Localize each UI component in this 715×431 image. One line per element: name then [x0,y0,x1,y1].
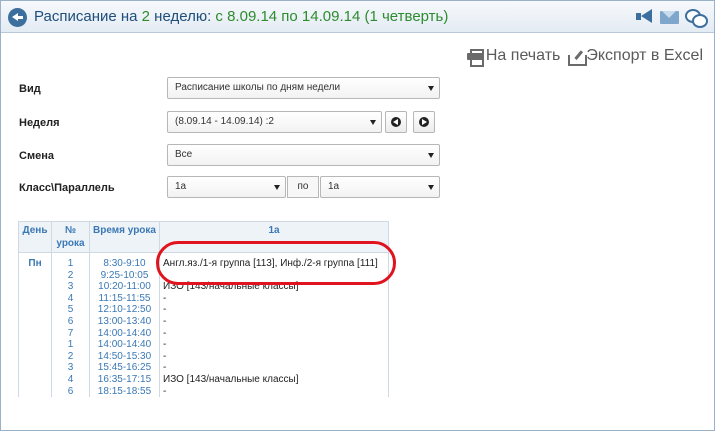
table-row: 2 14:50-15:30- [19,350,389,363]
table-row: 4 11:15-11:55- [19,292,389,305]
lesson-time-cell: 14:00-14:40 [89,327,160,340]
megaphone-icon[interactable] [635,8,654,25]
print-label: На печать [485,47,561,64]
lesson-time-cell: 12:10-12:50 [89,304,160,316]
lesson-number-cell: 2 [51,269,90,282]
lesson-time-cell: 11:15-11:55 [89,292,160,305]
week-select-value: (8.09.14 - 14.09.14) :2 [175,116,274,127]
table-row: Пн 1 8:30-9:10 Англ.яз./1-я группа [113], И… [18,252,389,398]
class-to-value: 1а [328,181,340,192]
shift-label: Смена [19,150,54,162]
lesson-number-cell: 6 [51,315,90,328]
lesson-number-cell: 3 [51,362,90,374]
title-middle: неделю: [150,8,216,25]
table-row: 1 14:00-14:40- [19,339,389,351]
subject-cell: - [159,339,389,351]
class-label: Класс\Параллель [19,182,115,194]
week-number: 2 [141,8,151,25]
next-week-button[interactable] [413,111,435,133]
page-header: Расписание на 2 неделю: с 8.09.14 по 14.… [1,1,714,33]
lesson-time-cell: 14:50-15:30 [89,350,160,363]
toolbar-actions: На печать Экспорт в Excel [466,47,703,67]
class-to-select[interactable]: 1а [320,176,440,198]
table-row: 3 10:20-11:00 ИЗО [143/начальные классы] [19,281,389,293]
back-arrow-icon[interactable] [8,8,27,27]
previous-week-button[interactable] [385,111,407,133]
class-from-select[interactable]: 1а [167,176,286,198]
column-header-class: 1а [159,221,389,253]
week-select[interactable]: (8.09.14 - 14.09.14) :2 [167,111,382,133]
lesson-number-cell: 1 [51,339,90,351]
lesson-time-cell: 13:00-13:40 [89,315,160,328]
subject-cell: - [159,350,389,363]
schedule-body: Пн 1 8:30-9:10 Англ.яз./1-я группа [113], И… [18,252,389,398]
lesson-time-cell: 8:30-9:10 [89,252,160,270]
chevron-down-icon [428,185,434,190]
header-icons [635,8,708,28]
page-title: Расписание на 2 неделю: с 8.09.14 по 14.… [34,8,448,25]
export-excel-button[interactable]: Экспорт в Excel [568,47,703,66]
table-row: 6 13:00-13:40- [19,315,389,328]
lesson-time-cell: 14:00-14:40 [89,339,160,351]
lesson-time-cell: 10:20-11:00 [89,281,160,293]
week-label: Неделя [19,117,60,129]
table-header-row: День № урока Время урока 1а [18,221,389,253]
lesson-number-cell: 4 [51,292,90,305]
column-header-lesson-number: № урока [51,221,90,253]
subject-cell: - [159,315,389,328]
chat-icon[interactable] [685,8,708,28]
lesson-time-cell: 15:45-16:25 [89,362,160,374]
view-select-value: Расписание школы по дням недели [175,82,341,93]
date-range: с 8.09.14 по 14.09.14 (1 четверть) [215,8,449,25]
subject-cell [159,269,389,282]
lesson-number-cell: 7 [51,327,90,340]
class-from-value: 1а [175,181,187,192]
table-row: 4 16:35-17:15 ИЗО [143/начальные классы] [19,373,389,386]
chevron-down-icon [428,86,434,91]
mail-icon[interactable] [660,8,679,25]
print-button[interactable]: На печать [466,47,561,67]
subject-cell: - [159,385,389,398]
view-select[interactable]: Расписание школы по дням недели [167,77,440,99]
lesson-number-cell: 1 [51,252,90,270]
lesson-number-cell: 2 [51,350,90,363]
table-row: 3 15:45-16:25- [19,362,389,374]
table-row: 5 12:10-12:50- [19,304,389,316]
subject-cell: - [159,292,389,305]
subject-cell: - [159,327,389,340]
lesson-number-cell: 5 [51,304,90,316]
schedule-table: День № урока Время урока 1а Пн 1 8:30-9:10… [18,221,389,398]
export-label: Экспорт в Excel [586,47,703,64]
lesson-number-cell: 3 [51,281,90,293]
table-row: 2 9:25-10:05 [19,269,389,282]
title-prefix: Расписание на [34,8,142,25]
chevron-down-icon [428,153,434,158]
subject-cell: - [159,362,389,374]
printer-icon [466,49,484,67]
subject-cell: ИЗО [143/начальные классы] [159,373,389,386]
subject-cell: Англ.яз./1-я группа [113], Инф./2-я груп… [159,252,389,270]
column-header-lesson-time: Время урока [89,221,160,253]
lesson-time-cell: 18:15-18:55 [89,385,160,398]
subject-cell: - [159,304,389,316]
chevron-down-icon [274,185,280,190]
shift-select[interactable]: Все [167,144,440,166]
chevron-down-icon [370,120,376,125]
lesson-number-cell: 6 [51,385,90,398]
table-row: 6 18:15-18:55- [19,385,389,398]
column-header-day: День [18,221,52,253]
class-range-separator: по [287,176,319,198]
subject-cell: ИЗО [143/начальные классы] [159,281,389,293]
lesson-time-cell: 16:35-17:15 [89,373,160,386]
view-label: Вид [19,83,41,95]
shift-select-value: Все [175,149,193,160]
table-row: 7 14:00-14:40- [19,327,389,340]
lesson-time-cell: 9:25-10:05 [89,269,160,282]
arrow-left-icon [391,117,401,127]
day-cell: Пн [18,252,52,398]
arrow-right-icon [419,117,429,127]
lesson-number-cell: 4 [51,373,90,386]
export-icon [568,49,588,66]
